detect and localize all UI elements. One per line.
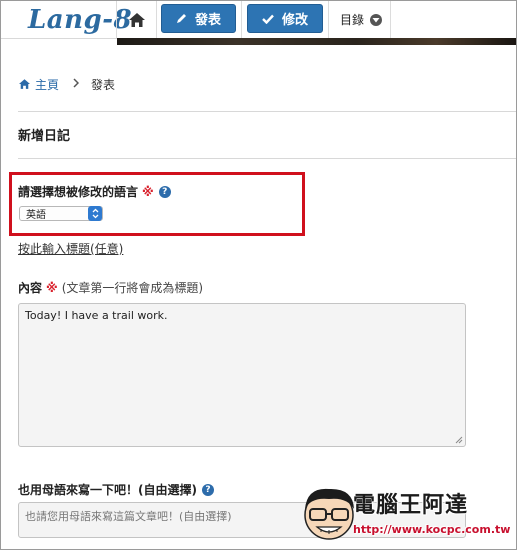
required-mark: ※ bbox=[46, 280, 58, 295]
native-language-label-text: 也用母語來寫一下吧！(自由選擇) bbox=[18, 483, 197, 497]
language-select-value: 英語 bbox=[26, 210, 46, 221]
correct-button-label: 修改 bbox=[281, 13, 308, 28]
home-button[interactable] bbox=[119, 1, 155, 38]
breadcrumb: 主頁 發表 bbox=[19, 76, 115, 92]
breadcrumb-current: 發表 bbox=[91, 77, 116, 92]
required-mark: ※ bbox=[142, 184, 154, 199]
add-title-link[interactable]: 按此輸入標題(任意) bbox=[18, 240, 123, 257]
directory-menu-label: 目錄 bbox=[340, 13, 365, 27]
select-arrows-icon bbox=[88, 206, 102, 221]
app-frame: Lang-8 發表 修改 目錄 主頁 發表 新增日記 請選擇想被修改的語言 ※ … bbox=[0, 0, 517, 550]
header-divider bbox=[116, 1, 117, 38]
chevron-right-icon bbox=[73, 77, 80, 91]
header-divider bbox=[156, 1, 157, 38]
language-label: 請選擇想被修改的語言 ※ ? bbox=[18, 183, 171, 200]
header-divider bbox=[241, 1, 242, 38]
language-highlight-box bbox=[9, 172, 305, 236]
chevron-down-icon bbox=[370, 13, 383, 26]
header-divider bbox=[328, 1, 329, 38]
header-bottom-rule bbox=[1, 38, 117, 39]
language-label-text: 請選擇想被修改的語言 bbox=[18, 185, 139, 199]
content-textarea[interactable]: Today! I have a trail work. bbox=[18, 303, 466, 447]
watermark-title: 電腦王阿達 bbox=[353, 493, 469, 518]
content-label: 內容 ※ (文章第一行將會成為標題) bbox=[18, 279, 203, 296]
language-select[interactable]: 英語 bbox=[19, 206, 103, 221]
resize-handle-icon[interactable] bbox=[455, 436, 463, 444]
watermark-url: http://www.kocpc.com.tw bbox=[353, 523, 511, 536]
post-button-label: 發表 bbox=[194, 13, 221, 28]
header-divider bbox=[390, 1, 391, 38]
breadcrumb-home-label: 主頁 bbox=[35, 77, 60, 92]
page-title: 新增日記 bbox=[18, 129, 71, 144]
content-hint: (文章第一行將會成為標題) bbox=[61, 281, 204, 295]
help-icon[interactable]: ? bbox=[158, 185, 171, 198]
top-header: Lang-8 發表 修改 目錄 bbox=[1, 1, 516, 45]
pencil-icon bbox=[176, 14, 186, 23]
native-language-placeholder: 也請您用母語來寫這篇文章吧！(自由選擇) bbox=[25, 510, 232, 523]
native-language-label: 也用母語來寫一下吧！(自由選擇) ? bbox=[18, 481, 214, 498]
post-button[interactable]: 發表 bbox=[161, 4, 236, 33]
home-icon bbox=[19, 79, 30, 89]
checkmark-icon bbox=[262, 14, 274, 24]
correct-button[interactable]: 修改 bbox=[247, 4, 323, 33]
content-label-text: 內容 bbox=[18, 281, 43, 295]
help-icon[interactable]: ? bbox=[201, 483, 214, 496]
divider bbox=[18, 111, 516, 112]
breadcrumb-home[interactable]: 主頁 bbox=[19, 76, 59, 93]
content-text: Today! I have a trail work. bbox=[25, 309, 168, 322]
divider bbox=[18, 158, 516, 159]
directory-menu[interactable]: 目錄 bbox=[340, 1, 383, 38]
header-banner-strip bbox=[117, 38, 516, 45]
home-icon bbox=[129, 12, 145, 27]
